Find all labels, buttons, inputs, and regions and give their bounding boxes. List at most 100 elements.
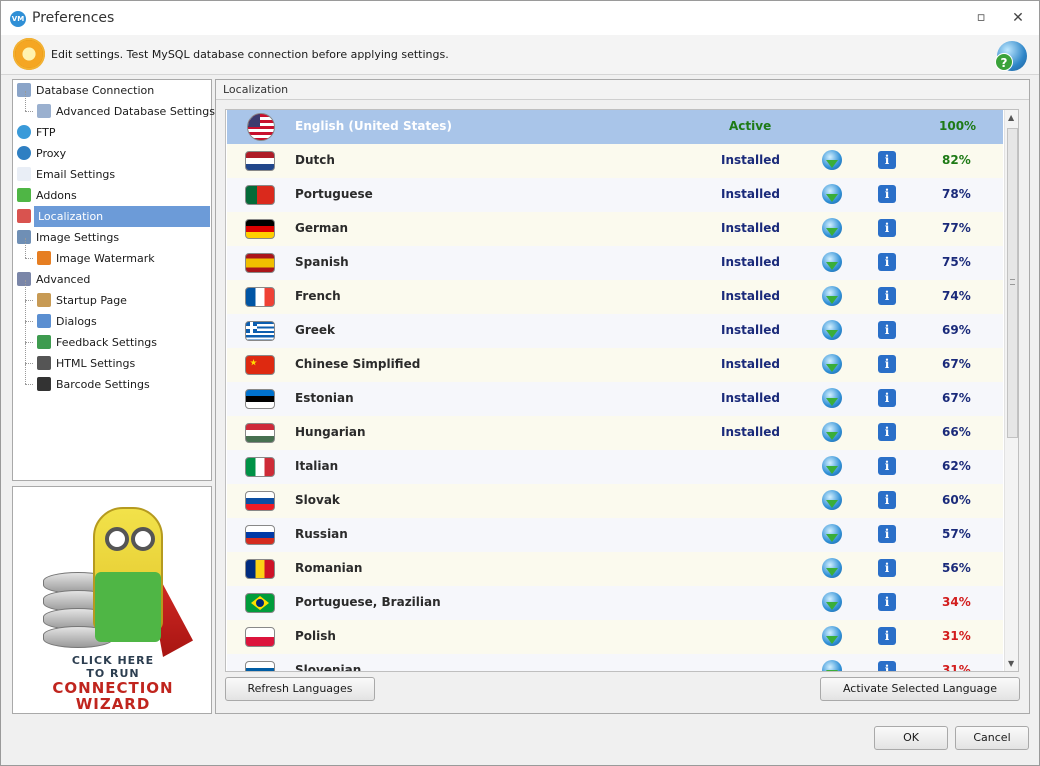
ok-button[interactable]: OK: [874, 726, 948, 750]
language-row[interactable]: English (United States) Active 100%: [227, 110, 1003, 144]
tree-item-advanced[interactable]: Advanced: [13, 269, 211, 290]
info-icon[interactable]: i: [878, 185, 896, 203]
language-row[interactable]: German Installed i 77%: [227, 212, 1003, 246]
info-icon[interactable]: i: [878, 219, 896, 237]
translation-percent: 56%: [942, 561, 971, 575]
language-row[interactable]: Spanish Installed i 75%: [227, 246, 1003, 280]
download-globe-icon[interactable]: [822, 184, 842, 204]
tree-item-label: Email Settings: [36, 168, 116, 181]
mascot-goggle: [105, 527, 129, 551]
tree-item-image-watermark[interactable]: Image Watermark: [13, 238, 211, 269]
tree-item-startup-page[interactable]: Startup Page: [13, 280, 211, 311]
panel-title: Localization: [223, 83, 289, 96]
app-logo-icon: VM: [10, 11, 26, 27]
info-icon[interactable]: i: [878, 525, 896, 543]
download-globe-icon[interactable]: [822, 422, 842, 442]
vertical-scrollbar[interactable]: ▲ ▼: [1004, 110, 1018, 671]
download-globe-icon[interactable]: [822, 388, 842, 408]
language-row[interactable]: French Installed i 74%: [227, 280, 1003, 314]
scroll-thumb[interactable]: [1007, 128, 1018, 438]
language-status: Installed: [721, 425, 780, 439]
language-row[interactable]: Romanian i 56%: [227, 552, 1003, 586]
barcode-icon: [37, 377, 51, 391]
info-icon[interactable]: i: [878, 661, 896, 671]
language-row[interactable]: Slovak i 60%: [227, 484, 1003, 518]
tree-item-barcode-settings[interactable]: Barcode Settings: [13, 364, 211, 395]
language-row[interactable]: Dutch Installed i 82%: [227, 144, 1003, 178]
download-globe-icon[interactable]: [822, 286, 842, 306]
language-name: Greek: [295, 323, 336, 337]
language-row[interactable]: Russian i 57%: [227, 518, 1003, 552]
download-globe-icon[interactable]: [822, 354, 842, 374]
language-row[interactable]: Polish i 31%: [227, 620, 1003, 654]
download-globe-icon[interactable]: [822, 320, 842, 340]
info-icon[interactable]: i: [878, 593, 896, 611]
info-icon[interactable]: i: [878, 457, 896, 475]
tree-item-dialogs[interactable]: Dialogs: [13, 301, 211, 332]
connection-wizard-banner[interactable]: CLICK HERE TO RUN CONNECTION WIZARD: [12, 486, 212, 714]
database-settings-icon: [37, 104, 51, 118]
info-icon[interactable]: i: [878, 491, 896, 509]
info-icon[interactable]: i: [878, 253, 896, 271]
download-globe-icon[interactable]: [822, 524, 842, 544]
download-globe-icon[interactable]: [822, 626, 842, 646]
info-icon[interactable]: i: [878, 151, 896, 169]
activate-language-button[interactable]: Activate Selected Language: [820, 677, 1020, 701]
info-icon[interactable]: i: [878, 389, 896, 407]
tree-item-database-connection[interactable]: Database Connection: [13, 80, 211, 101]
flag-ru-icon: [245, 525, 275, 545]
info-icon[interactable]: i: [878, 321, 896, 339]
tree-item-feedback-settings[interactable]: Feedback Settings: [13, 322, 211, 353]
language-row[interactable]: Chinese Simplified Installed i 67%: [227, 348, 1003, 382]
tree-item-advanced-database-settings[interactable]: Advanced Database Settings: [13, 91, 215, 122]
help-button[interactable]: ?: [995, 41, 1027, 71]
info-icon[interactable]: i: [878, 423, 896, 441]
mascot-suit: [95, 572, 161, 642]
download-globe-icon[interactable]: [822, 558, 842, 578]
info-icon[interactable]: i: [878, 627, 896, 645]
watermark-icon: [37, 251, 51, 265]
tree-item-image-settings[interactable]: Image Settings: [13, 227, 211, 248]
tree-item-ftp[interactable]: FTP: [13, 122, 211, 143]
info-icon[interactable]: i: [878, 355, 896, 373]
tree-item-label: Proxy: [36, 147, 67, 160]
download-globe-icon[interactable]: [822, 252, 842, 272]
language-row[interactable]: Slovenian i 31%: [227, 654, 1003, 671]
cancel-button[interactable]: Cancel: [955, 726, 1029, 750]
home-icon: [37, 293, 51, 307]
info-icon[interactable]: i: [878, 287, 896, 305]
language-row[interactable]: Portuguese Installed i 78%: [227, 178, 1003, 212]
tree-item-email-settings[interactable]: Email Settings: [13, 164, 211, 185]
language-name: German: [295, 221, 349, 235]
language-name: Chinese Simplified: [295, 357, 421, 371]
language-row[interactable]: Italian i 62%: [227, 450, 1003, 484]
ftp-globe-icon: [17, 125, 31, 139]
download-globe-icon[interactable]: [822, 218, 842, 238]
language-row[interactable]: Greek Installed i 69%: [227, 314, 1003, 348]
tree-item-addons[interactable]: Addons: [13, 185, 211, 206]
info-text: Edit settings. Test MySQL database conne…: [51, 48, 449, 61]
download-globe-icon[interactable]: [822, 660, 842, 671]
tree-connector: [25, 363, 33, 364]
language-row[interactable]: Portuguese, Brazilian i 34%: [227, 586, 1003, 620]
scroll-up-icon[interactable]: ▲: [1008, 113, 1014, 122]
tree-item-proxy[interactable]: Proxy: [13, 143, 211, 164]
tree-item-localization[interactable]: Localization: [13, 206, 211, 227]
translation-percent: 67%: [942, 357, 971, 371]
title-bar: VM Preferences ▫ ✕: [1, 1, 1039, 35]
info-icon[interactable]: i: [878, 559, 896, 577]
close-window-button[interactable]: ✕: [1007, 9, 1029, 27]
restore-window-button[interactable]: ▫: [970, 9, 992, 27]
scroll-down-icon[interactable]: ▼: [1008, 659, 1014, 668]
download-globe-icon[interactable]: [822, 490, 842, 510]
refresh-languages-button[interactable]: Refresh Languages: [225, 677, 375, 701]
download-globe-icon[interactable]: [822, 456, 842, 476]
language-row[interactable]: Estonian Installed i 67%: [227, 382, 1003, 416]
tree-item-html-settings[interactable]: HTML Settings: [13, 343, 211, 374]
language-row[interactable]: Hungarian Installed i 66%: [227, 416, 1003, 450]
language-name: English (United States): [295, 119, 452, 133]
tree-item-label: Barcode Settings: [56, 378, 150, 391]
tree-item-label: Addons: [36, 189, 77, 202]
download-globe-icon[interactable]: [822, 150, 842, 170]
download-globe-icon[interactable]: [822, 592, 842, 612]
